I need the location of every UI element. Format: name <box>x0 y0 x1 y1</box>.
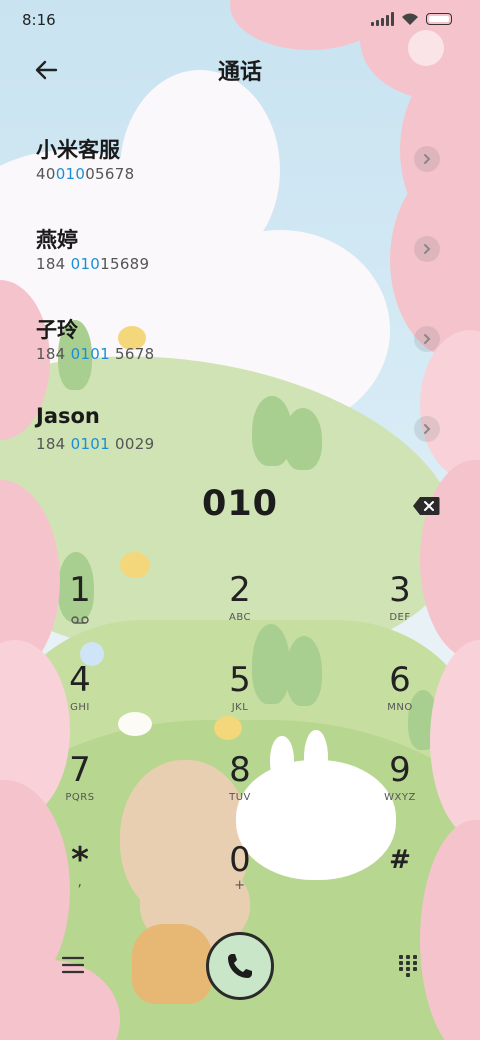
key-letters: GHI <box>70 702 90 713</box>
contact-detail-button[interactable] <box>414 236 440 262</box>
key-letters: JKL <box>231 702 249 713</box>
key-letters: MNO <box>387 702 413 713</box>
contact-name: 燕婷 <box>36 228 78 252</box>
status-time: 8:16 <box>22 11 56 29</box>
key-digit: # <box>389 845 411 875</box>
contact-name: 子玲 <box>36 318 78 342</box>
key-digit: 0 <box>229 840 251 880</box>
status-icons <box>371 12 452 26</box>
key-letters: DEF <box>389 612 411 623</box>
key-0[interactable]: 0 + <box>180 840 300 920</box>
dialed-number: 010 <box>201 484 279 524</box>
keypad-icon[interactable] <box>398 954 418 978</box>
contact-number: 184 0101 5678 <box>36 345 155 363</box>
contact-detail-button[interactable] <box>414 326 440 352</box>
signal-icon <box>371 12 394 26</box>
chevron-right-icon <box>424 424 431 434</box>
key-hash[interactable]: # <box>340 840 460 920</box>
key-3[interactable]: 3 DEF <box>340 570 460 650</box>
dialer-actions <box>0 930 480 1010</box>
key-digit: 5 <box>229 660 251 700</box>
matched-digits: 0101 <box>70 345 110 363</box>
matched-digits: 010 <box>70 255 101 273</box>
wifi-icon <box>402 13 418 25</box>
key-digit: 6 <box>389 660 411 700</box>
backspace-icon[interactable] <box>412 496 440 516</box>
key-digit: 9 <box>389 750 411 790</box>
matched-digits: 010 <box>55 165 86 183</box>
key-letters: PQRS <box>65 792 95 803</box>
key-6[interactable]: 6 MNO <box>340 660 460 740</box>
key-7[interactable]: 7 PQRS <box>20 750 140 830</box>
key-digit: 3 <box>389 570 411 610</box>
key-8[interactable]: 8 TUV <box>180 750 300 830</box>
key-5[interactable]: 5 JKL <box>180 660 300 740</box>
battery-icon <box>426 13 452 25</box>
key-star[interactable]: * , <box>20 840 140 920</box>
contact-row[interactable]: 子玲 184 0101 5678 <box>0 300 480 390</box>
voicemail-icon <box>71 616 89 624</box>
key-digit: 2 <box>229 570 251 610</box>
status-bar: 8:16 <box>0 0 480 40</box>
page-title: 通话 <box>217 60 262 85</box>
contact-name: 小米客服 <box>36 138 120 162</box>
key-digit: 1 <box>69 570 91 610</box>
matched-digits: 0101 <box>70 435 110 453</box>
app-header: 通话 <box>0 48 480 92</box>
key-digit: 8 <box>229 750 251 790</box>
contact-number: 184 0101 0029 <box>36 435 155 453</box>
key-2[interactable]: 2 ABC <box>180 570 300 650</box>
key-4[interactable]: 4 GHI <box>20 660 140 740</box>
chevron-right-icon <box>424 334 431 344</box>
key-letters: , <box>77 874 83 890</box>
key-letters: + <box>234 878 246 893</box>
key-digit: 4 <box>69 660 91 700</box>
contact-number: 184 01015689 <box>36 255 150 273</box>
phone-icon <box>228 954 252 978</box>
key-letters: WXYZ <box>384 792 416 803</box>
key-9[interactable]: 9 WXYZ <box>340 750 460 830</box>
contact-name: Jason <box>36 404 100 428</box>
contact-number: 4001005678 <box>36 165 135 183</box>
contact-suggestions: 小米客服 4001005678 燕婷 184 01015689 子玲 184 0… <box>0 120 480 480</box>
chevron-right-icon <box>424 244 431 254</box>
contact-row[interactable]: 小米客服 4001005678 <box>0 120 480 210</box>
call-button[interactable] <box>206 932 274 1000</box>
contact-row[interactable]: Jason 184 0101 0029 <box>0 390 480 480</box>
key-digit: 7 <box>69 750 91 790</box>
key-letters: ABC <box>228 612 251 623</box>
contact-detail-button[interactable] <box>414 416 440 442</box>
contact-row[interactable]: 燕婷 184 01015689 <box>0 210 480 300</box>
menu-icon[interactable] <box>62 956 84 974</box>
key-letters: TUV <box>229 792 251 803</box>
contact-detail-button[interactable] <box>414 146 440 172</box>
key-1[interactable]: 1 <box>20 570 140 650</box>
chevron-right-icon <box>424 154 431 164</box>
